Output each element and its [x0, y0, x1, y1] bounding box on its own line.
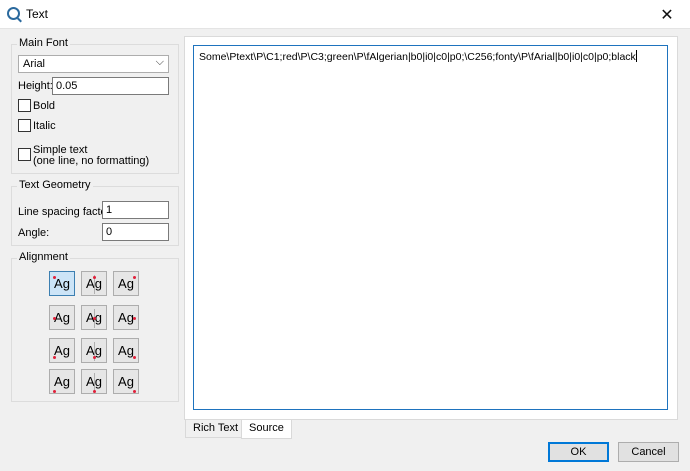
line-spacing-input[interactable]: 1 [102, 201, 169, 219]
angle-label: Angle: [18, 227, 50, 239]
italic-checkbox[interactable] [18, 119, 31, 132]
anchor-dot-icon [93, 356, 96, 359]
font-select[interactable]: Arial ⌵ [18, 55, 169, 73]
align-middle-center-button[interactable]: Ag [81, 305, 107, 330]
source-text-editor[interactable]: Some\Ptext\P\C1;red\P\C3;green\P\fAlgeri… [193, 45, 668, 410]
anchor-dot-icon [53, 390, 56, 393]
align-bottom-center-button[interactable]: Ag [81, 369, 107, 394]
align-top-right-button[interactable]: Ag [113, 271, 139, 296]
cancel-button[interactable]: Cancel [618, 442, 679, 462]
simple-text-checkbox[interactable] [18, 148, 31, 161]
italic-label: Italic [33, 120, 56, 132]
anchor-dot-icon [93, 317, 96, 320]
height-input[interactable]: 0.05 [52, 77, 169, 95]
align-glyph: Ag [54, 276, 70, 291]
text-caret [635, 50, 637, 62]
align-middle-right-button[interactable]: Ag [113, 305, 139, 330]
text-geometry-title: Text Geometry [17, 179, 93, 191]
main-font-title: Main Font [17, 37, 70, 49]
align-baseline-center-button[interactable]: Ag [81, 338, 107, 363]
anchor-dot-icon [133, 390, 136, 393]
tab-source[interactable]: Source [241, 420, 292, 439]
tab-rich-text[interactable]: Rich Text [185, 420, 247, 438]
angle-input[interactable]: 0 [102, 223, 169, 241]
font-select-value: Arial [23, 58, 46, 70]
alignment-title: Alignment [17, 251, 70, 263]
tab-rich-text-label: Rich Text [193, 422, 239, 434]
anchor-dot-icon [133, 356, 136, 359]
simple-text-sublabel: (one line, no formatting) [33, 155, 150, 167]
close-button[interactable]: ✕ [644, 0, 690, 29]
anchor-dot-icon [133, 317, 136, 320]
align-glyph: Ag [54, 343, 70, 358]
bold-checkbox[interactable] [18, 99, 31, 112]
align-glyph: Ag [118, 276, 134, 291]
tab-source-label: Source [249, 422, 284, 434]
align-top-left-button[interactable]: Ag [49, 271, 75, 296]
ok-button[interactable]: OK [548, 442, 609, 462]
anchor-dot-icon [133, 276, 136, 279]
anchor-dot-icon [93, 390, 96, 393]
line-spacing-label: Line spacing factor: [18, 206, 114, 218]
align-middle-left-button[interactable]: Ag [49, 305, 75, 330]
bold-label: Bold [33, 100, 56, 112]
title-bar: Text ✕ [0, 0, 690, 29]
align-baseline-right-button[interactable]: Ag [113, 338, 139, 363]
align-baseline-left-button[interactable]: Ag [49, 338, 75, 363]
app-icon [7, 7, 20, 20]
align-glyph: Ag [54, 310, 70, 325]
align-glyph: Ag [118, 343, 134, 358]
align-bottom-right-button[interactable]: Ag [113, 369, 139, 394]
editor-content: Some\Ptext\P\C1;red\P\C3;green\P\fAlgeri… [199, 51, 636, 63]
anchor-dot-icon [53, 276, 56, 279]
anchor-dot-icon [93, 276, 96, 279]
align-glyph: Ag [54, 374, 70, 389]
align-glyph: Ag [118, 374, 134, 389]
chevron-down-icon: ⌵ [155, 56, 164, 68]
window-title: Text [26, 7, 49, 21]
height-label: Height: [18, 80, 53, 92]
anchor-dot-icon [53, 317, 56, 320]
align-bottom-left-button[interactable]: Ag [49, 369, 75, 394]
align-top-center-button[interactable]: Ag [81, 271, 107, 296]
align-glyph: Ag [118, 310, 134, 325]
anchor-dot-icon [53, 356, 56, 359]
